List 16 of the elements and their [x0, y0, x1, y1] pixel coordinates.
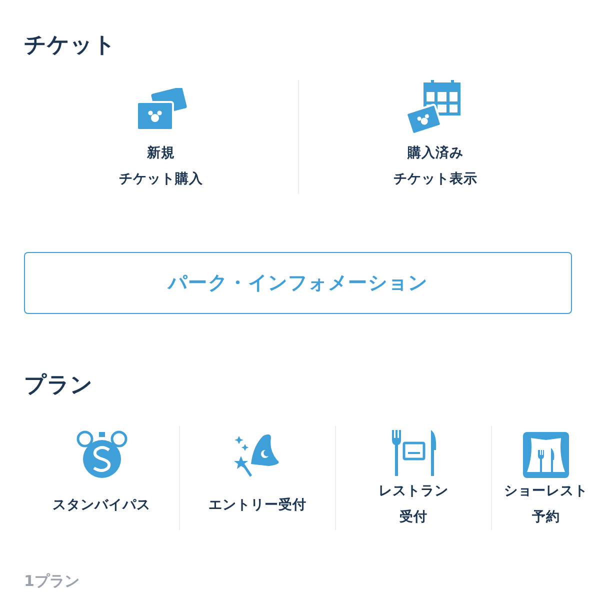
- stopwatch-s-icon: [74, 430, 128, 480]
- tile-label[interactable]: ショーレスト: [504, 478, 588, 504]
- section-title: プラン: [24, 372, 93, 400]
- tile-label[interactable]: スタンバイパス: [52, 492, 150, 518]
- stage-fork-knife-icon: [523, 432, 569, 478]
- tile-label[interactable]: 購入済み: [407, 140, 464, 166]
- tile-label[interactable]: チケット購入: [118, 166, 203, 192]
- calendar-ticket-icon: [407, 80, 464, 134]
- tile-label[interactable]: チケット表示: [393, 166, 478, 192]
- tile-label[interactable]: 受付: [400, 504, 428, 530]
- tile-label[interactable]: 新規: [146, 140, 175, 166]
- tile-label[interactable]: 予約: [532, 504, 560, 530]
- tile-label[interactable]: レストラン: [378, 478, 448, 504]
- tile-label[interactable]: エントリー受付: [208, 492, 306, 518]
- section-title: チケット: [24, 32, 116, 60]
- plan-count: 1プラン: [24, 572, 80, 591]
